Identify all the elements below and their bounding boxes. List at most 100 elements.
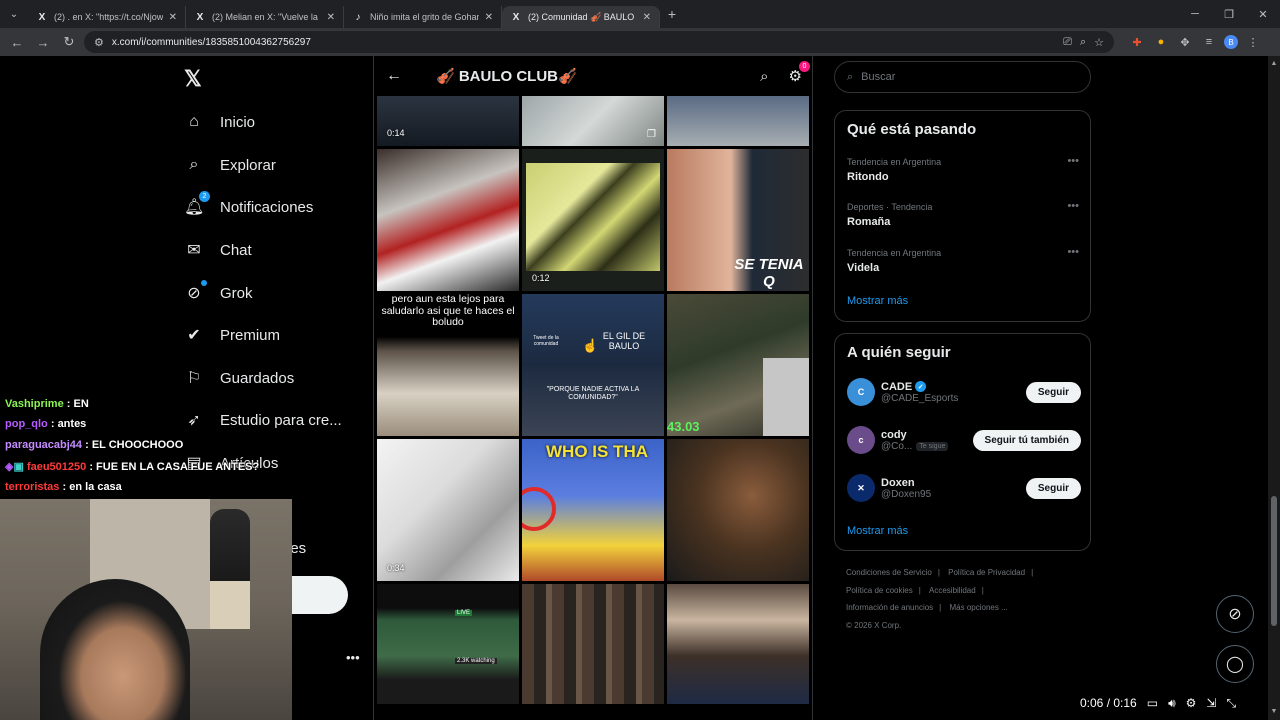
media-tile[interactable]: 0:34 [377,439,519,581]
follow-button[interactable]: Seguir [1025,477,1081,499]
more-dots-icon[interactable]: ••• [1067,155,1079,167]
site-info-icon[interactable]: ⚙ [94,36,104,49]
captions-icon[interactable]: ▭ [1147,696,1158,710]
forward-arrow-icon[interactable]: → [32,31,54,53]
nav-item-chat[interactable]: ✉ Chat [184,235,251,265]
chat-text: antes [57,418,87,430]
media-tile[interactable]: SE TENIA Q [667,149,809,291]
more-dots-icon[interactable]: ••• [1067,200,1079,212]
settings-icon[interactable]: ⚙ [1186,696,1197,710]
media-tile[interactable]: 0:14 [377,96,519,146]
account-more-icon[interactable]: ••• [346,650,360,665]
media-tile[interactable]: ❐ [522,96,664,146]
nav-item-premium[interactable]: ✔ Premium [184,320,280,350]
nav-item-label: Estudio para cre... [220,411,342,429]
mail-icon: ✉ [187,242,201,259]
bookmark-star-icon[interactable]: ☆ [1094,36,1104,49]
trend-item[interactable]: Deportes · Tendencia Romaña ••• [847,200,1079,228]
footer-link[interactable]: Condiciones de Servicio [846,568,932,577]
browser-tab-2[interactable]: X (2) Melian en X: "Vuelve la mej ✕ [186,6,344,28]
media-tile[interactable] [522,584,664,704]
extension-icon[interactable]: ● [1152,36,1170,48]
new-tab-icon[interactable]: + [660,6,684,22]
close-icon[interactable]: ✕ [485,12,493,23]
trend-item[interactable]: Tendencia en Argentina Videla ••• [847,246,1079,274]
x-logo-icon[interactable]: 𝕏 [184,66,202,92]
profile-avatar[interactable]: B [1224,35,1238,49]
chat-text: EN [73,398,89,410]
close-icon[interactable]: ✕ [327,12,335,23]
extensions-area: ✚ ● ✥ ≡ B ⋮ [1128,35,1262,49]
follow-suggestion[interactable]: C CADE ✓ @CADE_Esports Seguir [847,376,1081,408]
close-icon[interactable]: ✕ [169,12,177,23]
follow-suggestion[interactable]: ✕ Doxen @Doxen95 Seguir [847,472,1081,504]
footer-link[interactable]: Información de anuncios [846,603,933,612]
avatar[interactable]: C [847,378,875,406]
reload-icon[interactable]: ↻ [58,31,80,53]
media-tile[interactable]: 43.03 [667,294,809,436]
extension-icon[interactable]: ✚ [1128,36,1146,49]
nav-item-guardados[interactable]: ⚐ Guardados [184,363,294,393]
nav-item-explorar[interactable]: ⌕ Explorar [184,150,276,180]
scroll-up-icon[interactable]: ▲ [1268,60,1280,67]
media-tile[interactable] [377,149,519,291]
trend-name: Ritondo [847,171,889,183]
follow-back-button[interactable]: Seguir tú también [972,429,1081,451]
url-input[interactable]: ⚙ x.com/i/communities/183585100436275629… [84,31,1114,53]
back-arrow-icon[interactable]: ← [6,31,28,53]
nav-item-notificaciones[interactable]: 🔔︎ 2 Notificaciones [184,191,313,222]
follow-suggestion[interactable]: c cody @Co... Te sigue Seguir tú también [847,424,1081,456]
media-tile[interactable]: pero aun esta lejos para saludarlo asi q… [377,294,519,436]
browser-tab-1[interactable]: X (2) . en X: "https://t.co/NjowkVj ✕ [28,6,186,28]
restore-icon[interactable]: ❐ [1212,0,1246,28]
chat-badge-icon: ▣ [13,461,24,473]
media-tile[interactable]: LIVE 2.3K watching [377,584,519,704]
media-tile[interactable]: Tweet de la comunidad EL GIL DE BAULO "P… [522,294,664,436]
fullscreen-icon[interactable]: ⤡ [1226,696,1236,711]
search-icon[interactable]: ⌕ [760,68,768,85]
menu-dots-icon[interactable]: ⋮ [1244,36,1262,49]
footer-link[interactable]: Política de Privacidad [948,568,1025,577]
back-arrow-icon[interactable]: ← [386,67,410,85]
footer-link[interactable]: Accesibilidad [929,586,976,595]
avatar[interactable]: ✕ [847,474,875,502]
follow-button[interactable]: Seguir [1025,381,1081,403]
media-tile[interactable] [667,584,809,704]
show-more-link[interactable]: Mostrar más [847,295,908,307]
browser-tab-3[interactable]: ♪ Niño imita el grito de Gohan e ✕ [344,6,502,28]
media-tile[interactable] [667,96,809,146]
miniplayer-icon[interactable]: ⇲ [1206,696,1216,710]
puzzle-icon[interactable]: ✥ [1176,36,1194,49]
avatar[interactable]: c [847,426,875,454]
footer-link[interactable]: Política de cookies [846,586,913,595]
volume-icon[interactable]: 🔊︎ [1168,696,1176,711]
nav-item-estudio[interactable]: ➶ Estudio para cre... [184,405,342,435]
media-tile[interactable]: WHO IS THA [522,439,664,581]
browser-tab-4[interactable]: X (2) Comunidad 🎻 BAULO CLUB ✕ [502,6,660,28]
nav-item-inicio[interactable]: ⌂ Inicio [184,107,255,137]
footer-link[interactable]: Más opciones ... [949,603,1007,612]
minimize-icon[interactable]: ─ [1178,0,1212,28]
nav-item-label: Guardados [220,369,295,387]
media-tile[interactable]: 0:12 [522,149,664,291]
grok-fab-icon[interactable]: ⊘ [1216,595,1254,633]
tab-title: (2) . en X: "https://t.co/NjowkVj [54,12,163,22]
close-icon[interactable]: ✕ [643,12,651,23]
nav-item-grok[interactable]: ⊘ Grok [184,278,253,308]
more-dots-icon[interactable]: ••• [1067,246,1079,258]
show-more-link[interactable]: Mostrar más [847,525,908,537]
trend-item[interactable]: Tendencia en Argentina Ritondo ••• [847,155,1079,183]
messages-fab-icon[interactable]: ◯ [1216,645,1254,683]
tab-search-icon[interactable]: ⌄ [0,0,28,28]
reading-list-icon[interactable]: ≡ [1200,36,1218,48]
webcam-overlay [0,499,292,720]
zoom-icon[interactable]: ⌕ [1080,36,1086,49]
close-window-icon[interactable]: ✕ [1246,0,1280,28]
install-app-icon[interactable]: ⎚ [1063,36,1072,49]
settings-gear-icon[interactable]: ⚙ 0 [789,61,810,85]
media-tile[interactable] [667,439,809,581]
scroll-thumb[interactable] [1271,496,1277,626]
search-input[interactable]: ⌕ Buscar [834,61,1091,93]
x-favicon-icon: X [512,11,520,23]
page-scrollbar[interactable]: ▲ ▼ [1268,56,1280,720]
